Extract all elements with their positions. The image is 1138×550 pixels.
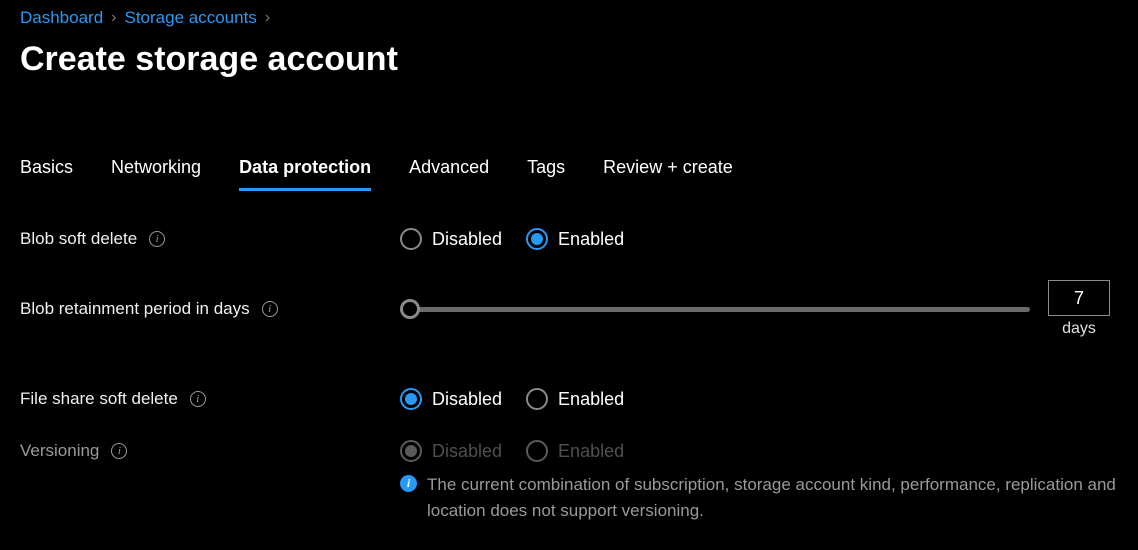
radio-file-share-soft-delete-enabled[interactable]: Enabled — [526, 388, 624, 410]
radio-versioning-disabled: Disabled — [400, 440, 502, 462]
label-blob-retainment-unit: days — [1062, 320, 1096, 338]
tab-advanced[interactable]: Advanced — [409, 157, 489, 191]
field-versioning: Versioning i Disabled Enabled — [20, 440, 1118, 462]
field-blob-soft-delete: Blob soft delete i Disabled Enabled — [20, 228, 1118, 250]
label-blob-soft-delete: Blob soft delete — [20, 229, 137, 249]
info-icon[interactable]: i — [190, 391, 206, 407]
tab-data-protection[interactable]: Data protection — [239, 157, 371, 191]
label-versioning: Versioning — [20, 441, 99, 461]
radio-label: Disabled — [432, 229, 502, 250]
chevron-right-icon: › — [265, 9, 270, 27]
tabs: Basics Networking Data protection Advanc… — [20, 157, 1118, 192]
chevron-right-icon: › — [111, 9, 116, 27]
radio-blob-soft-delete-disabled[interactable]: Disabled — [400, 228, 502, 250]
field-blob-retainment: Blob retainment period in days i 7 days — [20, 280, 1118, 338]
slider-blob-retainment[interactable] — [400, 298, 1030, 320]
breadcrumb-link-dashboard[interactable]: Dashboard — [20, 8, 103, 28]
radio-label: Disabled — [432, 441, 502, 462]
tab-basics[interactable]: Basics — [20, 157, 73, 191]
tab-review-create[interactable]: Review + create — [603, 157, 733, 191]
label-file-share-soft-delete: File share soft delete — [20, 389, 178, 409]
radio-label: Enabled — [558, 229, 624, 250]
input-blob-retainment-value[interactable]: 7 — [1048, 280, 1110, 316]
radio-versioning-enabled: Enabled — [526, 440, 624, 462]
info-icon: i — [400, 475, 417, 492]
warning-text: The current combination of subscription,… — [427, 472, 1118, 523]
radio-label: Disabled — [432, 389, 502, 410]
label-blob-retainment: Blob retainment period in days — [20, 299, 250, 319]
slider-thumb[interactable] — [400, 299, 420, 319]
tab-networking[interactable]: Networking — [111, 157, 201, 191]
info-icon[interactable]: i — [262, 301, 278, 317]
radio-label: Enabled — [558, 441, 624, 462]
radio-label: Enabled — [558, 389, 624, 410]
breadcrumb-link-storage-accounts[interactable]: Storage accounts — [125, 8, 257, 28]
field-file-share-soft-delete: File share soft delete i Disabled Enable… — [20, 388, 1118, 410]
info-icon[interactable]: i — [149, 231, 165, 247]
tab-tags[interactable]: Tags — [527, 157, 565, 191]
breadcrumb: Dashboard › Storage accounts › — [20, 8, 1118, 28]
warning-versioning: i The current combination of subscriptio… — [400, 472, 1118, 523]
page-title: Create storage account — [20, 40, 1118, 79]
radio-blob-soft-delete-enabled[interactable]: Enabled — [526, 228, 624, 250]
radio-file-share-soft-delete-disabled[interactable]: Disabled — [400, 388, 502, 410]
info-icon[interactable]: i — [111, 443, 127, 459]
